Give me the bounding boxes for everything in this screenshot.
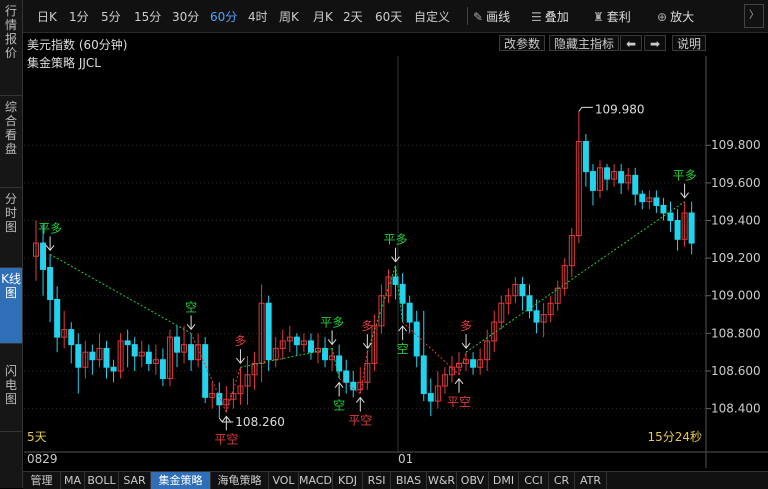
indicator-tab[interactable]: 集金策略 <box>151 472 211 489</box>
price-tick-label: 109.400 <box>711 213 761 227</box>
candle-down <box>103 347 110 368</box>
indicator-tab[interactable]: CCI <box>519 472 549 489</box>
signal-link-line <box>359 352 368 394</box>
indicator-tab[interactable]: OBV <box>457 472 489 489</box>
candle-down <box>89 351 96 361</box>
indicator-tab[interactable]: RSI <box>363 472 391 489</box>
price-tick-label: 109.000 <box>711 289 761 303</box>
candle-down <box>420 355 427 395</box>
signal-label: 多 <box>361 319 373 333</box>
candle-down <box>216 393 223 406</box>
candle-down <box>307 340 314 353</box>
candle-down <box>188 344 195 361</box>
candle-down <box>68 329 75 346</box>
candle-down <box>653 197 660 206</box>
indicator-tab[interactable]: BOLL <box>85 472 119 489</box>
candle-down <box>406 302 413 323</box>
candle-down <box>533 310 540 323</box>
candle-down <box>124 340 131 346</box>
candle-down <box>54 299 61 338</box>
range-label: 5天 <box>27 430 47 444</box>
price-tick-label: 108.800 <box>711 326 761 340</box>
signal-link-line <box>190 333 227 413</box>
indicator-tab[interactable]: ATR <box>575 472 607 489</box>
signal-label: 平多 <box>38 221 62 235</box>
indicator-tab[interactable]: MACD <box>299 472 333 489</box>
indicator-tab[interactable]: CR <box>549 472 575 489</box>
signal-label: 平空 <box>447 395 471 409</box>
signal-label: 空 <box>397 342 409 356</box>
signal-label: 多 <box>234 334 246 348</box>
indicator-tab[interactable]: W&R <box>427 472 457 489</box>
candle-down <box>75 344 82 368</box>
signal-link-line <box>402 321 460 376</box>
signal-label: 多 <box>460 319 472 333</box>
price-tick-label: 109.600 <box>711 176 761 190</box>
time-tick-label: 0829 <box>27 452 58 466</box>
candle-down <box>582 140 589 173</box>
candle-down <box>131 344 138 357</box>
signal-label: 平空 <box>214 432 238 446</box>
price-tick-label: 108.600 <box>711 364 761 378</box>
candle-down <box>604 167 611 180</box>
candle-down <box>47 267 54 301</box>
indicator-tab[interactable]: VOL <box>269 472 299 489</box>
candle-down <box>293 336 300 346</box>
candle-down <box>40 242 47 270</box>
time-tick-label: 01 <box>398 452 413 466</box>
signal-label: 平多 <box>320 315 344 329</box>
candlestick-chart[interactable]: 109.980108.260平多空平空多平多空平空多平多空平空多平多 109.8… <box>0 0 768 488</box>
candle-down <box>265 302 272 361</box>
countdown-label: 15分24秒 <box>647 430 702 444</box>
candle-down <box>674 219 681 240</box>
axes: 109.800 109.600 109.400 109.200 109.000 108.8… <box>24 56 768 468</box>
candle-down <box>336 355 343 372</box>
indicator-tab[interactable]: 管理 <box>23 472 61 489</box>
signal-label: 空 <box>333 399 345 413</box>
candle-down <box>688 212 695 244</box>
signal-link-line <box>366 265 397 353</box>
price-tick-label: 108.400 <box>711 402 761 416</box>
high-marker-line <box>578 106 593 112</box>
candle-down <box>110 366 117 372</box>
indicator-tab[interactable]: MA <box>61 472 85 489</box>
candle-down <box>159 359 166 380</box>
candle-down <box>667 212 674 221</box>
indicator-tab[interactable]: 海龟策略 <box>211 472 269 489</box>
signal-link-line <box>465 201 685 353</box>
signal-label: 平多 <box>384 233 408 247</box>
candle-down <box>145 351 152 364</box>
price-tick-label: 109.200 <box>711 251 761 265</box>
signal-link-line <box>49 253 192 334</box>
low-price-label: 108.260 <box>235 415 285 429</box>
candle-down <box>660 204 667 214</box>
candle-down <box>343 370 350 383</box>
indicator-tab[interactable]: BIAS <box>391 472 427 489</box>
price-tick-label: 109.800 <box>711 138 761 152</box>
candle-down <box>470 359 477 368</box>
candle-down <box>174 336 180 353</box>
candle-down <box>413 321 420 357</box>
indicator-tab[interactable]: SAR <box>119 472 151 489</box>
candle-down <box>399 283 406 304</box>
candle-down <box>632 174 639 195</box>
indicator-tab[interactable]: KDJ <box>333 472 363 489</box>
candle-down <box>618 171 625 184</box>
candle-down <box>202 344 209 398</box>
signal-label: 平多 <box>673 169 697 183</box>
candle-down <box>427 393 434 402</box>
candle-down <box>589 171 596 191</box>
indicator-tab-bar: 管理 MA BOLL SAR 集金策略 海龟策略 VOL MACD KDJ RSI BIAS W&R O… <box>23 471 768 489</box>
signal-label: 空 <box>185 300 197 314</box>
high-price-label: 109.980 <box>595 102 645 116</box>
candle-down <box>519 283 526 297</box>
signals: 109.980108.260平多空平空多平多空平空多平多空平空多平多 <box>38 102 697 446</box>
candle-down <box>639 193 646 203</box>
signal-label: 平空 <box>348 414 372 428</box>
indicator-tab[interactable]: DMI <box>489 472 519 489</box>
